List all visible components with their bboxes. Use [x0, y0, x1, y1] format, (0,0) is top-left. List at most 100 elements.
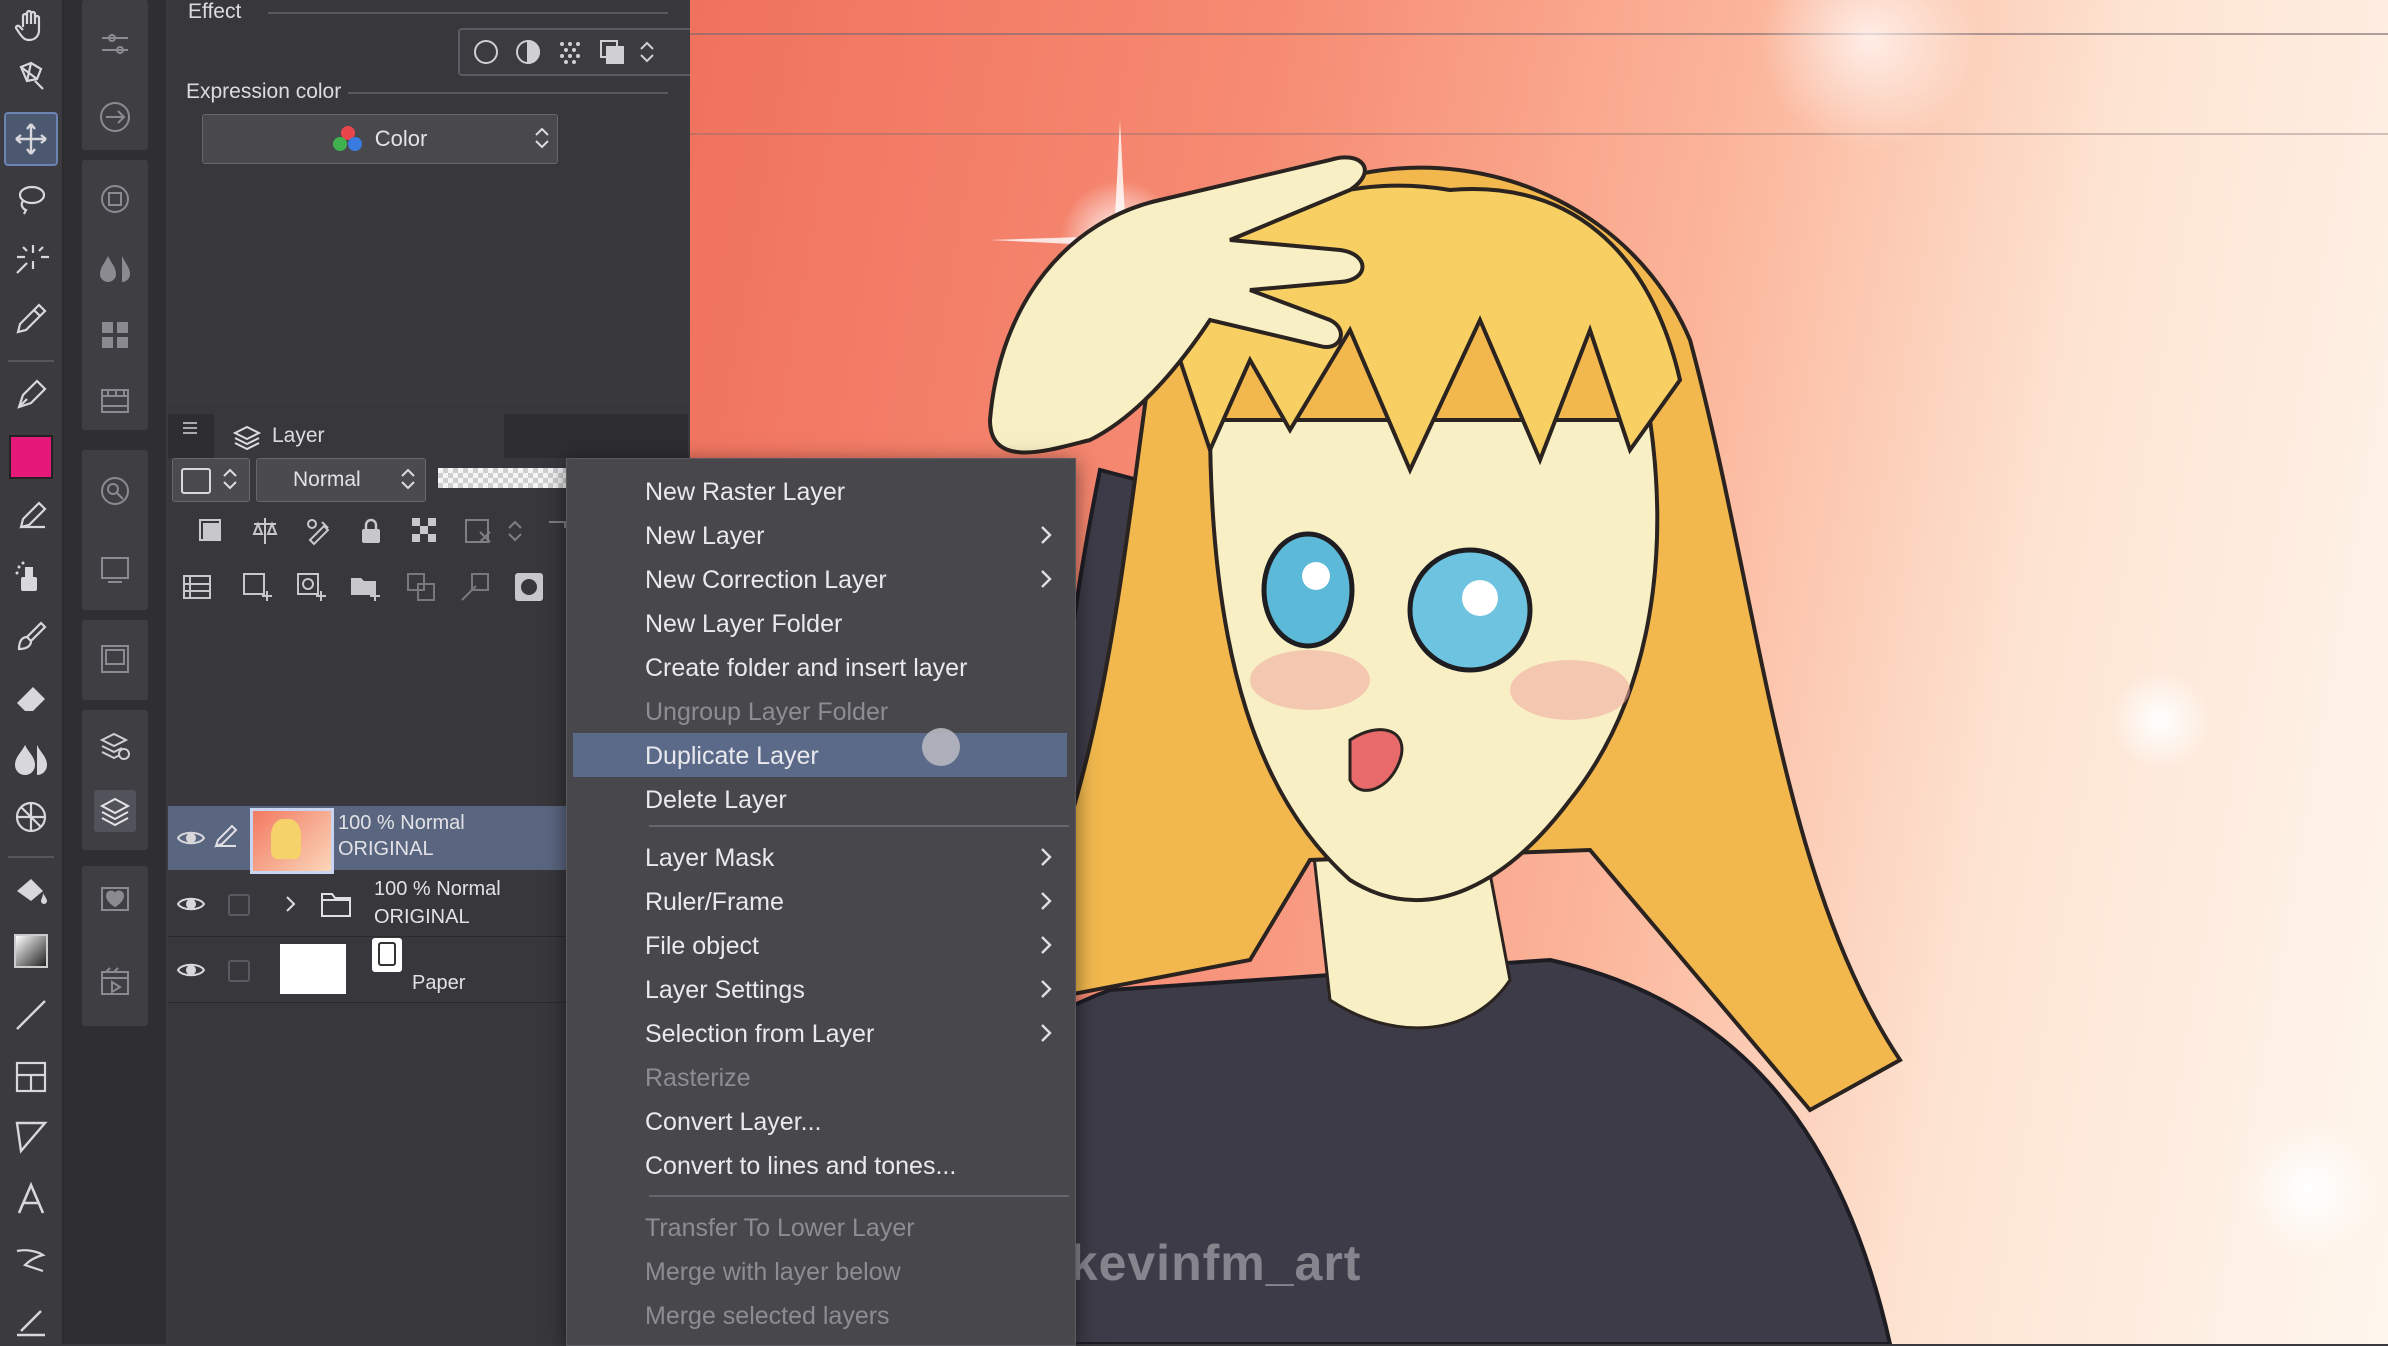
material-icon[interactable] [94, 878, 136, 920]
new-folder-icon[interactable] [348, 570, 382, 604]
fill-icon[interactable] [6, 866, 56, 916]
layer-property-icon[interactable] [94, 724, 136, 766]
effect-spinner-icon[interactable] [638, 38, 656, 66]
navigator-icon[interactable] [94, 178, 136, 220]
menu-item-duplicate-layer[interactable]: Duplicate Layer [573, 733, 1067, 777]
search-layer-icon[interactable] [94, 470, 136, 512]
layer-color-effect-icon[interactable] [598, 38, 626, 66]
eye-icon[interactable] [176, 958, 206, 982]
eraser-icon[interactable] [6, 672, 56, 722]
transfer-lower-icon[interactable] [404, 570, 438, 604]
correct-line-icon[interactable] [6, 1296, 56, 1346]
line-icon[interactable] [6, 990, 56, 1040]
new-vector-layer-icon[interactable] [294, 570, 328, 604]
hand-icon[interactable] [6, 0, 56, 50]
layer-name: ORIGINAL [374, 906, 470, 928]
chevron-right-icon [1035, 568, 1057, 590]
zoom-icon[interactable] [6, 52, 56, 102]
balloon-icon[interactable] [6, 1236, 56, 1286]
layer-row[interactable]: 100 % Normal ORIGINAL [168, 806, 568, 874]
layer-row[interactable]: Paper [168, 938, 568, 1003]
spinner-icon [221, 463, 239, 495]
menu-item-convert-layer[interactable]: Convert Layer... [567, 1099, 1075, 1143]
mask-disable-icon[interactable] [462, 514, 496, 548]
color-swatch[interactable] [6, 432, 56, 482]
menu-item-rasterize: Rasterize [567, 1055, 1075, 1099]
clip-icon[interactable] [194, 514, 228, 548]
panel-menu-icon[interactable] [180, 418, 200, 438]
eye-icon[interactable] [176, 892, 206, 916]
menu-item-label: Layer Settings [645, 976, 805, 1004]
layer-row[interactable]: 100 % Normal ORIGINAL [168, 872, 568, 937]
color-wheel-icon[interactable] [94, 246, 136, 288]
create-mask-icon[interactable] [512, 570, 546, 604]
menu-item-new-layer-folder[interactable]: New Layer Folder [567, 601, 1075, 645]
opacity-slider[interactable] [438, 468, 568, 488]
layer-name: Paper [412, 972, 466, 994]
border-effect-icon[interactable] [514, 38, 542, 66]
chevron-right-icon [1035, 934, 1057, 956]
animation-icon[interactable] [94, 960, 136, 1002]
sliders-icon[interactable] [94, 24, 136, 66]
lock-icon[interactable] [354, 514, 388, 548]
menu-item-ruler-frame[interactable]: Ruler/Frame [567, 879, 1075, 923]
draft-icon[interactable] [302, 514, 336, 548]
gradient-icon[interactable] [6, 926, 56, 976]
menu-item-label: New Layer Folder [645, 610, 843, 638]
timeline-icon[interactable] [94, 380, 136, 422]
color-set-icon[interactable] [94, 314, 136, 356]
menu-item-delete-layer[interactable]: Delete Layer [567, 777, 1075, 821]
menu-item-layer-settings[interactable]: Layer Settings [567, 967, 1075, 1011]
airbrush-icon[interactable] [6, 552, 56, 602]
menu-item-new-correction-layer[interactable]: New Correction Layer [567, 557, 1075, 601]
spinner-icon[interactable] [498, 514, 522, 548]
grid-icon[interactable] [6, 792, 56, 842]
blend-shape-select[interactable] [172, 458, 250, 502]
menu-item-new-raster-layer[interactable]: New Raster Layer [567, 469, 1075, 513]
move-icon[interactable] [4, 112, 58, 166]
menu-item-file-object[interactable]: File object [567, 923, 1075, 967]
menu-item-label: Ruler/Frame [645, 888, 784, 916]
eyedropper-icon[interactable] [6, 294, 56, 344]
menu-item-label: Transfer To Lower Layer [645, 1214, 915, 1242]
combine-lower-icon[interactable] [458, 570, 492, 604]
mask-icon[interactable] [540, 514, 566, 548]
layer-panel-icon[interactable] [94, 790, 136, 832]
chevron-right-icon [1035, 978, 1057, 1000]
menu-item-layer-mask[interactable]: Layer Mask [567, 835, 1075, 879]
text-icon[interactable] [6, 1174, 56, 1224]
reference-icon[interactable] [248, 514, 282, 548]
sub-view-icon[interactable] [94, 638, 136, 680]
chevron-right-icon[interactable] [282, 894, 298, 914]
edit-checbox[interactable] [228, 960, 250, 982]
menu-item-label: Merge selected layers [645, 1302, 890, 1330]
lock-transparent-icon[interactable] [408, 514, 442, 548]
pen-icon[interactable] [6, 370, 56, 420]
layer-tab-icon [232, 422, 262, 452]
pencil-icon[interactable] [6, 492, 56, 542]
blend-mode-select[interactable]: Normal [256, 458, 426, 502]
magic-wand-icon[interactable] [6, 234, 56, 284]
ruler-icon[interactable] [6, 1112, 56, 1162]
edit-checkbox[interactable] [228, 894, 250, 916]
blend-icon[interactable] [6, 732, 56, 782]
transfer-icon[interactable] [94, 96, 136, 138]
tone-effect-icon[interactable] [556, 38, 584, 66]
layer-name: ORIGINAL [338, 838, 434, 860]
blend-mode-value: Normal [293, 468, 361, 491]
new-raster-layer-icon[interactable] [240, 570, 274, 604]
canvas-view-icon[interactable] [94, 548, 136, 590]
menu-item-convert-lines-tones[interactable]: Convert to lines and tones... [567, 1143, 1075, 1187]
layer-list-icon[interactable] [180, 570, 214, 604]
brush-icon[interactable] [6, 612, 56, 662]
tab-layer[interactable]: Layer [214, 414, 504, 458]
menu-item-selection-from-layer[interactable]: Selection from Layer [567, 1011, 1075, 1055]
expression-color-select[interactable]: Color [202, 114, 558, 164]
eye-icon[interactable] [176, 826, 206, 850]
lasso-icon[interactable] [6, 174, 56, 224]
chevron-right-icon [1035, 890, 1057, 912]
menu-item-create-folder-insert[interactable]: Create folder and insert layer [567, 645, 1075, 689]
menu-item-new-layer[interactable]: New Layer [567, 513, 1075, 557]
frame-icon[interactable] [6, 1052, 56, 1102]
none-effect-icon[interactable] [472, 38, 500, 66]
